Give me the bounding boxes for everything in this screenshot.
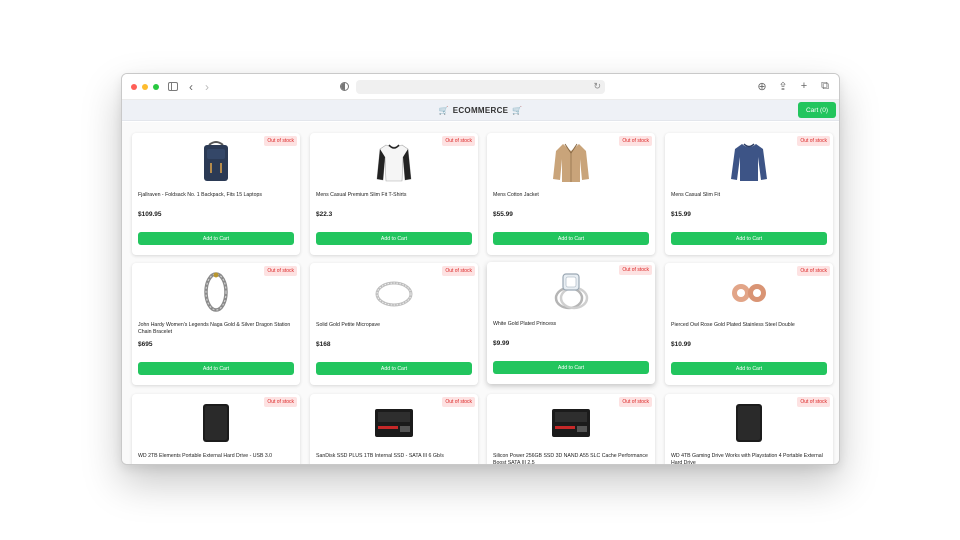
maximize-window-button[interactable] <box>153 83 159 90</box>
product-title: WD 4TB Gaming Drive Works with Playstati… <box>671 453 823 465</box>
product-title: SanDisk SSD PLUS 1TB Internal SSD - SATA… <box>316 453 444 459</box>
product-title: Silicon Power 256GB SSD 3D NAND A55 SLC … <box>493 453 648 465</box>
product-card[interactable]: Out of stock Solid Gold Petite Micropave $… <box>310 263 478 385</box>
back-arrow-icon[interactable]: ‹ <box>189 80 193 94</box>
stock-badge: Out of stock <box>619 136 652 146</box>
product-card[interactable]: Out of stock SanDisk SSD PLUS 1TB Interna… <box>310 394 478 464</box>
tabs-overview-icon[interactable]: ⧉ <box>819 80 831 93</box>
product-title: John Hardy Women's Legends Naga Gold & S… <box>138 322 291 335</box>
ssd-product-image[interactable] <box>372 400 416 446</box>
bracelet-product-image[interactable] <box>194 269 238 315</box>
stock-badge: Out of stock <box>797 136 830 146</box>
browser-toolbar-actions: ⊕ ⇪ + ⧉ <box>756 80 831 93</box>
add-to-cart-button[interactable]: Add to Cart <box>316 362 472 375</box>
product-price: $15.99 <box>671 211 691 218</box>
product-title: Mens Casual Slim Fit <box>671 192 721 198</box>
minimize-window-button[interactable] <box>142 83 148 90</box>
ssd-product-image[interactable] <box>549 400 593 446</box>
add-to-cart-button[interactable]: Add to Cart <box>138 232 294 245</box>
stock-badge: Out of stock <box>442 397 475 407</box>
browser-window: ‹ › ↻ ⊕ ⇪ + ⧉ 🛒 ECOMMERCE 🛒 Cart (0) Out… <box>121 73 840 465</box>
download-icon[interactable]: ⊕ <box>756 80 768 93</box>
product-title: White Gold Plated Princess <box>493 321 557 327</box>
stock-badge: Out of stock <box>619 397 652 407</box>
cart-button[interactable]: Cart (0) <box>797 102 836 118</box>
product-card[interactable]: Out of stock WD 4TB Gaming Drive Works wi… <box>665 394 833 465</box>
product-price: $168 <box>316 341 331 348</box>
product-card[interactable]: Out of stock Pierced Owl Rose Gold Plated… <box>665 263 833 385</box>
reload-icon[interactable]: ↻ <box>593 81 601 92</box>
stock-badge: Out of stock <box>264 266 297 276</box>
product-title: Mens Cotton Jacket <box>493 192 539 198</box>
browser-titlebar: ‹ › ↻ ⊕ ⇪ + ⧉ <box>122 74 839 100</box>
product-price: $695 <box>138 341 153 348</box>
hard-drive-product-image[interactable] <box>727 400 771 446</box>
add-to-cart-button[interactable]: Add to Cart <box>316 232 472 245</box>
add-to-cart-button[interactable]: Add to Cart <box>138 362 294 375</box>
earrings-product-image[interactable] <box>727 269 771 315</box>
hard-drive-product-image[interactable] <box>194 400 238 446</box>
stock-badge: Out of stock <box>442 136 475 146</box>
tshirt-product-image[interactable] <box>372 139 416 185</box>
product-title: Pierced Owl Rose Gold Plated Stainless S… <box>671 322 795 328</box>
brand-title: ECOMMERCE <box>452 105 509 115</box>
product-card[interactable]: Out of stock White Gold Plated Princess $9… <box>487 262 655 384</box>
product-price: $55.99 <box>493 211 513 218</box>
product-title: Fjallraven - Foldsack No. 1 Backpack, Fi… <box>138 192 262 198</box>
brand[interactable]: 🛒 ECOMMERCE 🛒 <box>438 106 522 115</box>
close-window-button[interactable] <box>131 83 137 90</box>
window-controls <box>131 83 159 90</box>
sidebar-toggle-icon[interactable] <box>168 82 178 91</box>
jacket-product-image[interactable] <box>549 139 593 185</box>
add-to-cart-button[interactable]: Add to Cart <box>493 232 649 245</box>
product-card[interactable]: Out of stock Fjallraven - Foldsack No. 1 … <box>132 133 300 255</box>
product-title: Solid Gold Petite Micropave <box>316 322 381 328</box>
product-card[interactable]: Out of stock WD 2TB Elements Portable Ext… <box>132 394 300 464</box>
stock-badge: Out of stock <box>797 397 830 407</box>
stock-badge: Out of stock <box>442 266 475 276</box>
product-title: WD 2TB Elements Portable External Hard D… <box>138 453 273 459</box>
product-card[interactable]: Out of stock Mens Casual Slim Fit $15.99 Ad… <box>665 133 833 255</box>
address-bar[interactable]: ↻ <box>356 80 605 94</box>
share-icon[interactable]: ⇪ <box>777 80 789 93</box>
stock-badge: Out of stock <box>619 265 652 275</box>
stock-badge: Out of stock <box>264 397 297 407</box>
stock-badge: Out of stock <box>797 266 830 276</box>
diamond-ring-product-image[interactable] <box>549 268 593 314</box>
app-header: 🛒 ECOMMERCE 🛒 Cart (0) <box>122 100 839 121</box>
stock-badge: Out of stock <box>264 136 297 146</box>
product-price: $22.3 <box>316 211 333 218</box>
product-card[interactable]: Out of stock Mens Cotton Jacket $55.99 Add … <box>487 133 655 255</box>
product-price: $10.99 <box>671 341 691 348</box>
product-card[interactable]: Out of stock Mens Casual Premium Slim Fit… <box>310 133 478 255</box>
privacy-shield-icon[interactable] <box>340 82 349 91</box>
forward-arrow-icon[interactable]: › <box>205 80 209 94</box>
add-to-cart-button[interactable]: Add to Cart <box>671 362 827 375</box>
product-price: $9.99 <box>493 340 510 347</box>
product-title: Mens Casual Premium Slim Fit T-Shirts <box>316 192 407 198</box>
add-to-cart-button[interactable]: Add to Cart <box>493 361 649 374</box>
backpack-product-image[interactable] <box>194 139 238 185</box>
new-tab-icon[interactable]: + <box>798 80 810 93</box>
product-card[interactable]: Out of stock John Hardy Women's Legends N… <box>132 263 300 385</box>
add-to-cart-button[interactable]: Add to Cart <box>671 232 827 245</box>
ring-product-image[interactable] <box>372 269 416 315</box>
sweater-product-image[interactable] <box>727 139 771 185</box>
cart-icon: 🛒 <box>512 105 523 115</box>
cart-icon: 🛒 <box>438 105 449 115</box>
product-grid: Out of stock Fjallraven - Foldsack No. 1 … <box>122 122 839 465</box>
product-card[interactable]: Out of stock Silicon Power 256GB SSD 3D N… <box>487 394 655 465</box>
product-price: $109.95 <box>138 211 162 218</box>
